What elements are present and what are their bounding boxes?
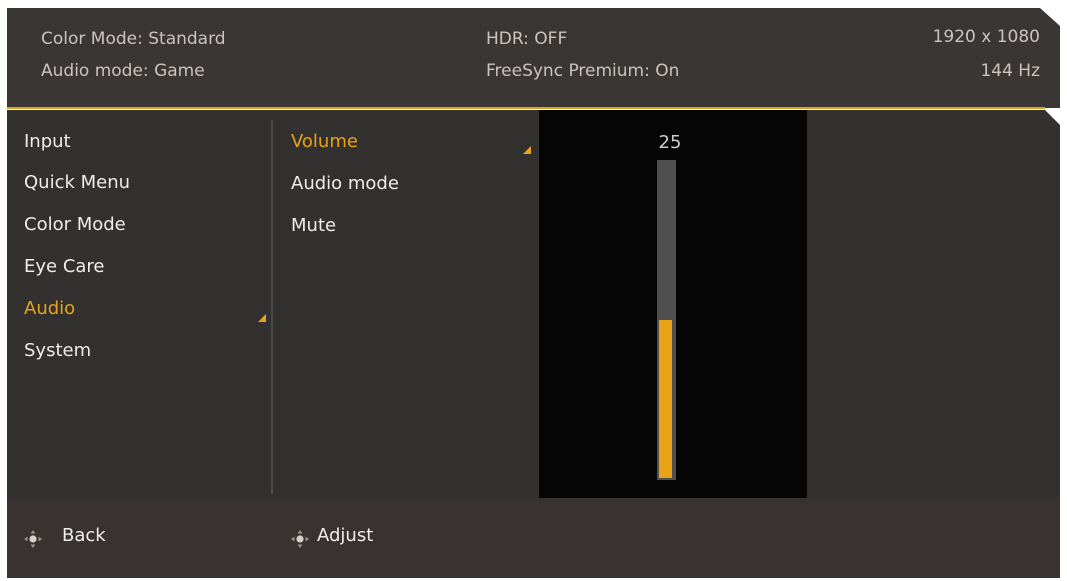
main-menu-item-color-mode[interactable]: Color Mode: [24, 214, 126, 235]
main-menu-item-input[interactable]: Input: [24, 131, 71, 152]
adjust-label: Adjust: [317, 525, 374, 546]
joystick-left-right-icon: [24, 530, 42, 548]
footer-bar: Back Adjust: [7, 498, 1060, 578]
resolution-status: 1920 x 1080: [932, 27, 1040, 47]
hdr-status: HDR: OFF: [486, 29, 568, 49]
main-menu-item-quick-menu[interactable]: Quick Menu: [24, 172, 130, 193]
freesync-status: FreeSync Premium: On: [486, 61, 680, 81]
menu-panel: Input Quick Menu Color Mode Eye Care Aud…: [7, 110, 1060, 498]
color-mode-status: Color Mode: Standard: [41, 29, 226, 49]
monitor-osd: Color Mode: Standard Audio mode: Game HD…: [7, 8, 1060, 578]
audio-mode-status: Audio mode: Game: [41, 61, 205, 81]
sub-menu-item-audio-mode[interactable]: Audio mode: [291, 173, 399, 194]
back-label: Back: [62, 525, 106, 546]
main-menu-item-audio[interactable]: Audio: [24, 298, 75, 319]
volume-slider-fill: [659, 320, 672, 478]
main-menu-item-system[interactable]: System: [24, 340, 91, 361]
column-divider: [271, 120, 273, 494]
volume-slider[interactable]: [657, 160, 676, 480]
status-header: Color Mode: Standard Audio mode: Game HD…: [7, 8, 1060, 108]
volume-value: 25: [658, 132, 682, 153]
header-accent-line: [7, 107, 1045, 109]
selection-indicator-icon: [258, 314, 266, 322]
sub-menu-item-volume[interactable]: Volume: [291, 131, 358, 152]
volume-slider-panel: 25: [539, 110, 807, 498]
joystick-up-down-icon: [291, 530, 309, 548]
refresh-rate-status: 144 Hz: [980, 61, 1040, 81]
selection-indicator-icon: [523, 146, 531, 154]
main-menu-item-eye-care[interactable]: Eye Care: [24, 256, 105, 277]
sub-menu-item-mute[interactable]: Mute: [291, 215, 336, 236]
